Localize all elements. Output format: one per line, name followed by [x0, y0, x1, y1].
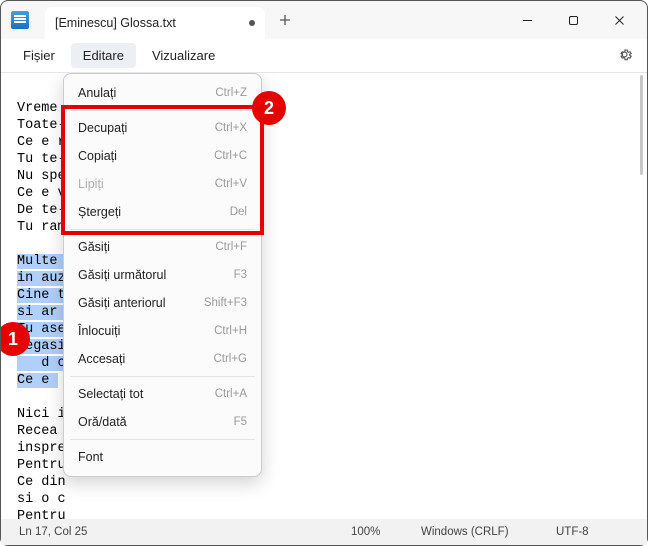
new-tab-button[interactable] [271, 6, 299, 34]
menu-item-goto[interactable]: AccesațiCtrl+G [64, 345, 261, 373]
menu-item-find[interactable]: GăsițiCtrl+F [64, 233, 261, 261]
notepad-window: [Eminescu] Glossa.txt Fișier Editare Viz… [0, 0, 648, 546]
tab-title: [Eminescu] Glossa.txt [55, 16, 176, 30]
menubar: Fișier Editare Vizualizare [1, 39, 647, 73]
menu-separator [70, 229, 255, 230]
menu-item-font[interactable]: Font [64, 443, 261, 471]
plus-icon [279, 14, 291, 26]
window-controls [505, 1, 647, 39]
menu-item-cut[interactable]: DecupațiCtrl+X [64, 114, 261, 142]
menu-view[interactable]: Vizualizare [140, 43, 227, 68]
gear-icon [616, 46, 633, 63]
menu-item-select-all[interactable]: Selectați totCtrl+A [64, 380, 261, 408]
document-tab[interactable]: [Eminescu] Glossa.txt [45, 7, 265, 39]
editor-area: Vreme Toate- Ce e r Tu te- Nu spe Ce e v… [1, 73, 647, 519]
menu-separator [70, 439, 255, 440]
maximize-button[interactable] [551, 5, 595, 35]
menu-item-paste[interactable]: LipițiCtrl+V [64, 170, 261, 198]
menu-edit[interactable]: Editare [71, 43, 136, 68]
menu-item-find-next[interactable]: Găsiți următorulF3 [64, 261, 261, 289]
close-button[interactable] [597, 5, 641, 35]
status-zoom[interactable]: 100% [351, 526, 380, 538]
settings-button[interactable] [612, 42, 637, 70]
menu-item-find-prev[interactable]: Găsiți anteriorulShift+F3 [64, 289, 261, 317]
titlebar: [Eminescu] Glossa.txt [1, 1, 647, 39]
menu-file[interactable]: Fișier [11, 43, 67, 68]
menu-separator [70, 110, 255, 111]
scrollbar-thumb[interactable] [640, 75, 643, 175]
statusbar: Ln 17, Col 25 100% Windows (CRLF) UTF-8 [1, 519, 647, 545]
status-encoding: UTF-8 [556, 526, 589, 538]
menu-item-delete[interactable]: ȘtergețiDel [64, 198, 261, 226]
menu-separator [70, 376, 255, 377]
menu-item-copy[interactable]: CopiațiCtrl+C [64, 142, 261, 170]
menu-item-undo[interactable]: AnulațiCtrl+Z [64, 79, 261, 107]
vertical-scrollbar[interactable] [632, 75, 644, 515]
menu-item-replace[interactable]: ÎnlocuițiCtrl+H [64, 317, 261, 345]
selected-text: Multe in auz Cine t si ar Tu ase Regasi … [17, 254, 66, 388]
notepad-app-icon [11, 11, 29, 29]
tab-strip: [Eminescu] Glossa.txt [1, 1, 505, 39]
minimize-button[interactable] [505, 5, 549, 35]
unsaved-indicator-icon [249, 20, 255, 26]
menu-item-datetime[interactable]: Oră/datăF5 [64, 408, 261, 436]
edit-dropdown: AnulațiCtrl+Z DecupațiCtrl+X CopiațiCtrl… [63, 73, 262, 477]
status-caret-position: Ln 17, Col 25 [19, 526, 87, 538]
annotation-badge-2: 2 [252, 91, 286, 125]
status-line-ending: Windows (CRLF) [421, 526, 509, 538]
